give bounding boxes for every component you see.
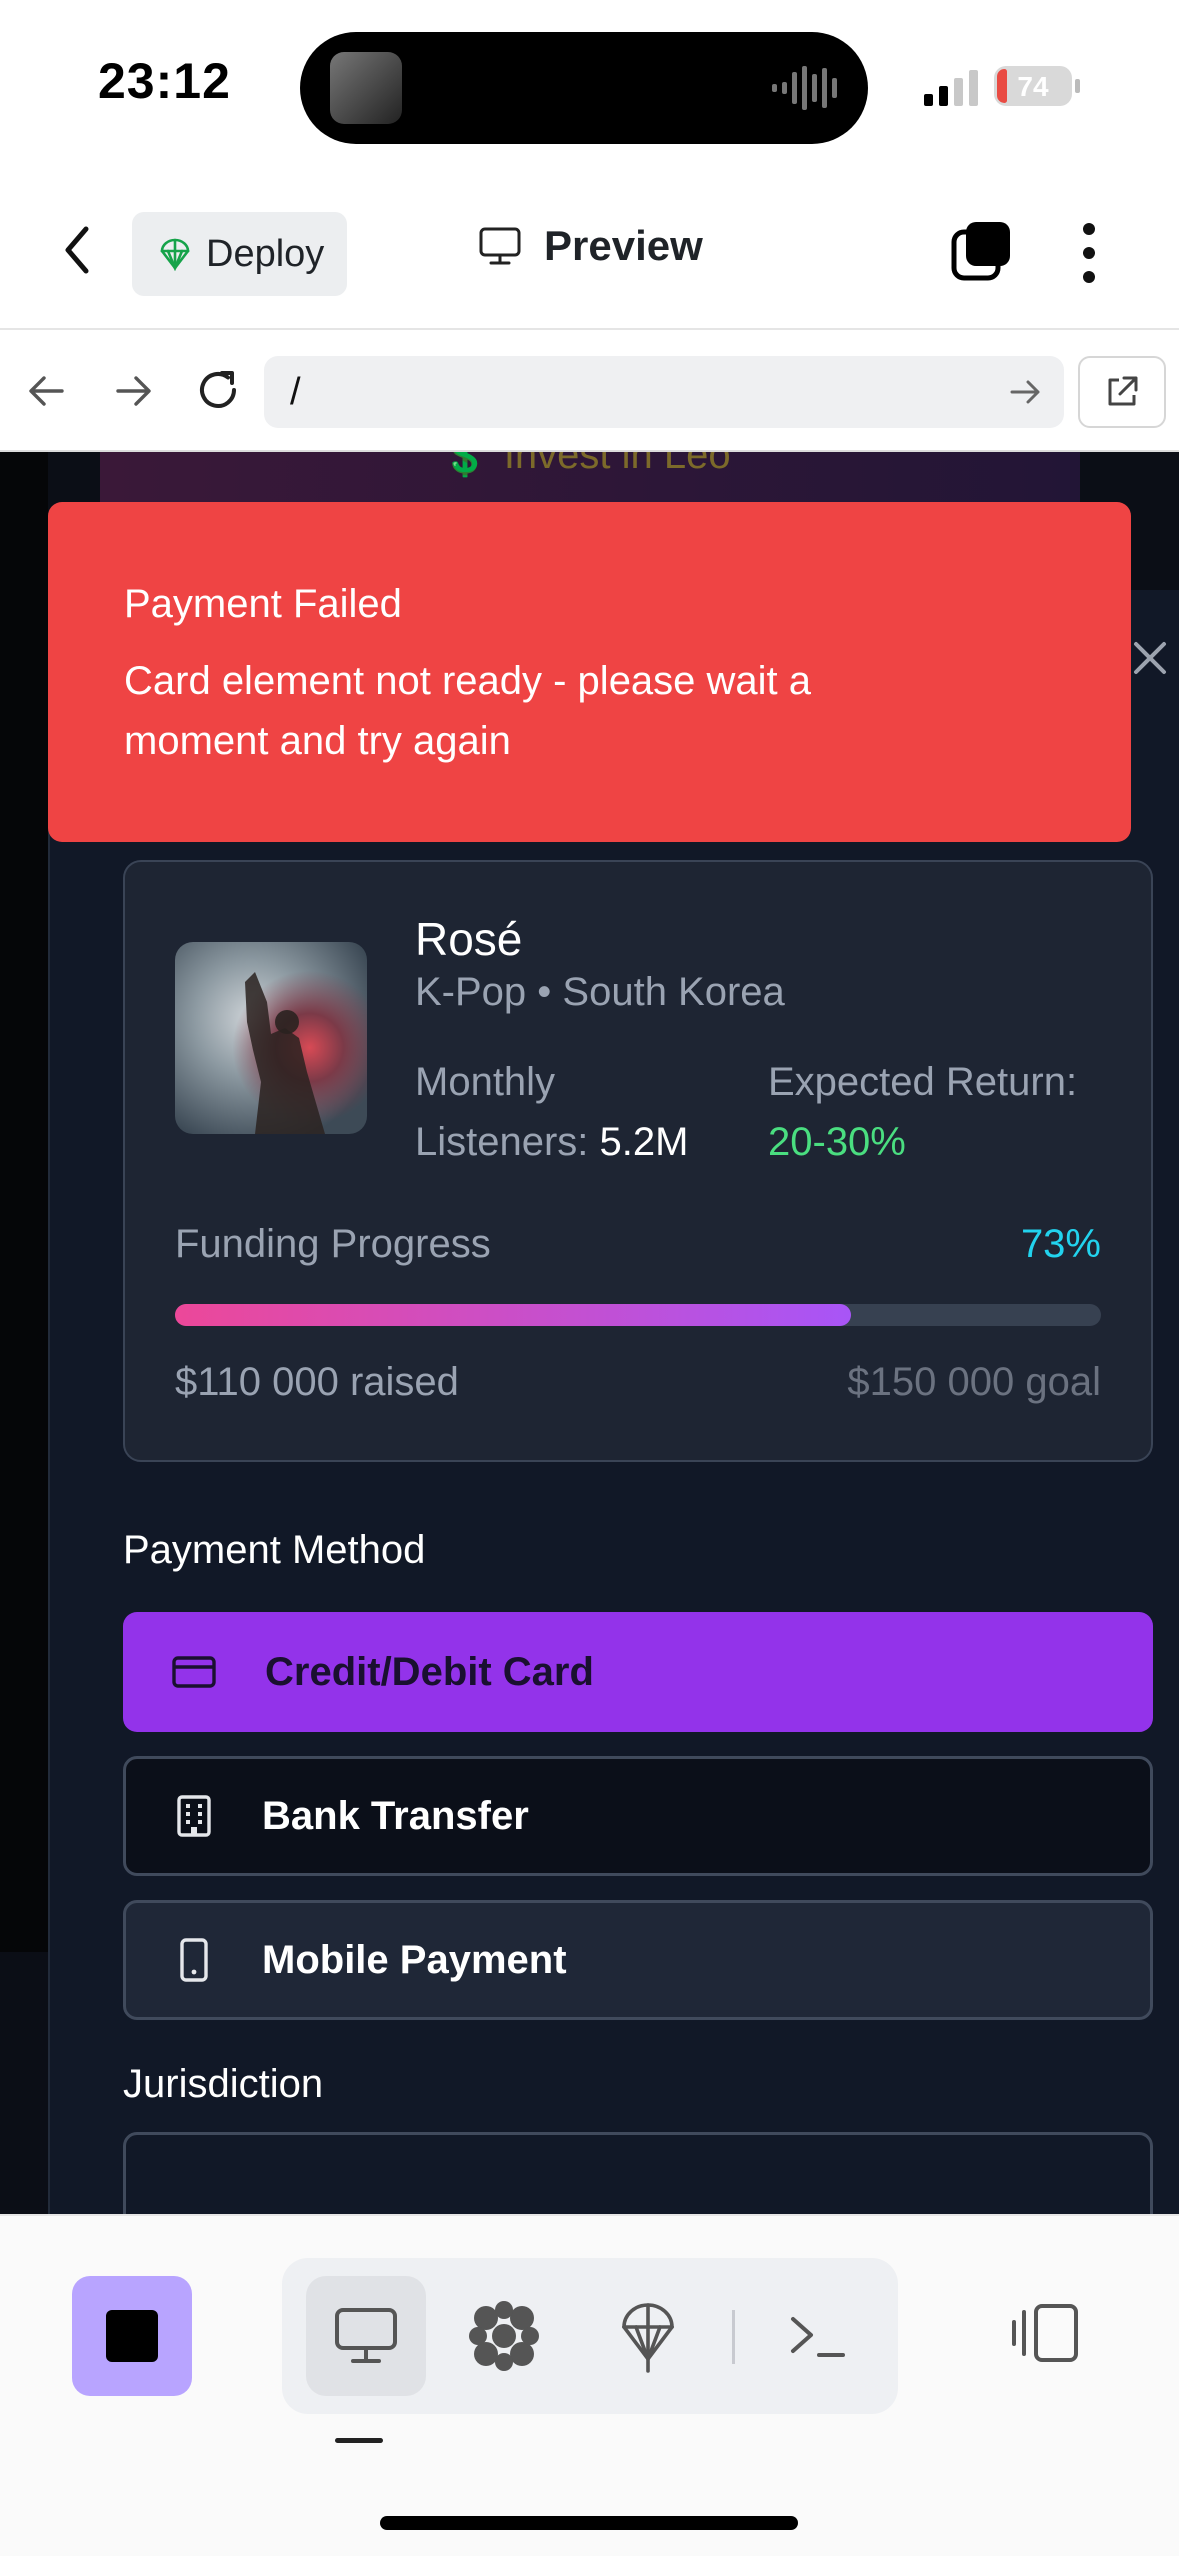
monitor-icon bbox=[335, 2308, 397, 2363]
funding-goal: $150 000 goal bbox=[847, 1360, 1101, 1404]
payment-option-label: Credit/Debit Card bbox=[265, 1649, 594, 1694]
go-arrow-icon[interactable] bbox=[1008, 376, 1044, 408]
amount-raised: $110 000 raised bbox=[175, 1360, 459, 1404]
preview-toggle[interactable]: Preview bbox=[478, 222, 703, 270]
preview-label: Preview bbox=[544, 222, 703, 269]
more-options-icon[interactable] bbox=[1080, 222, 1098, 284]
now-playing-artwork bbox=[330, 52, 402, 124]
artist-card: Rosé K-Pop • South Korea Monthly Listene… bbox=[123, 860, 1153, 1462]
monthly-listeners: Monthly Listeners: 5.2M bbox=[415, 1052, 735, 1172]
monitor-icon bbox=[479, 227, 521, 265]
tabs-switcher-icon[interactable] bbox=[950, 220, 1012, 282]
toast-title: Payment Failed bbox=[124, 582, 402, 626]
error-toast[interactable]: Payment Failed Card element not ready - … bbox=[48, 502, 1131, 842]
credit-card-icon bbox=[172, 1656, 216, 1688]
preview-view-button[interactable] bbox=[306, 2276, 426, 2396]
return-value: 20-30% bbox=[768, 1120, 906, 1164]
browser-back-icon[interactable] bbox=[24, 368, 70, 414]
toast-message: Card element not ready - please wait a m… bbox=[124, 659, 812, 763]
funding-progress-bar bbox=[175, 1304, 1101, 1326]
funding-progress-label: Funding Progress bbox=[175, 1222, 491, 1266]
payment-method-title: Payment Method bbox=[123, 1528, 426, 1572]
deploy-label: Deploy bbox=[206, 232, 325, 275]
coin-icon: 💲 bbox=[440, 452, 490, 478]
artist-name: Rosé bbox=[415, 913, 523, 965]
stop-button[interactable] bbox=[72, 2276, 192, 2396]
performer-silhouette bbox=[245, 972, 325, 1134]
battery-level: 74 bbox=[1017, 71, 1049, 102]
artist-genre-country: K-Pop • South Korea bbox=[415, 970, 785, 1014]
battery-icon: 74 bbox=[994, 66, 1080, 106]
agents-view-button[interactable] bbox=[444, 2276, 564, 2396]
deploy-button[interactable]: Deploy bbox=[132, 212, 347, 296]
jurisdiction-title: Jurisdiction bbox=[123, 2062, 324, 2106]
funding-progress-fill bbox=[175, 1304, 851, 1326]
return-label: Expected Return: bbox=[768, 1060, 1078, 1104]
flower-grid-icon bbox=[469, 2301, 539, 2371]
deploy-icon bbox=[622, 2303, 674, 2373]
segment-divider bbox=[732, 2310, 735, 2364]
status-time: 23:12 bbox=[98, 53, 231, 109]
close-icon[interactable] bbox=[1130, 638, 1170, 678]
payment-option-label: Mobile Payment bbox=[262, 1937, 567, 1982]
background-invest-label: 💲 Invest in Leo bbox=[440, 452, 731, 479]
dynamic-island bbox=[300, 32, 868, 144]
payment-option-label: Bank Transfer bbox=[262, 1793, 529, 1838]
artist-photo bbox=[175, 942, 367, 1134]
invest-text: Invest in Leo bbox=[503, 452, 731, 477]
side-panel-icon[interactable] bbox=[1008, 2300, 1082, 2366]
deploy-view-button[interactable] bbox=[588, 2276, 708, 2396]
stop-icon bbox=[106, 2310, 158, 2362]
smartphone-icon bbox=[180, 1938, 208, 1982]
reload-icon[interactable] bbox=[192, 364, 244, 416]
building-icon bbox=[177, 1795, 211, 1837]
terminal-icon bbox=[791, 2317, 845, 2357]
open-external-button[interactable] bbox=[1078, 356, 1166, 428]
payment-option-mobile[interactable]: Mobile Payment bbox=[123, 1900, 1153, 2020]
browser-forward-icon[interactable] bbox=[110, 368, 156, 414]
deploy-icon bbox=[160, 238, 190, 271]
url-input[interactable]: / bbox=[264, 356, 1064, 428]
terminal-view-button[interactable] bbox=[758, 2276, 878, 2396]
page-left-margin bbox=[0, 452, 48, 1952]
back-chevron-icon[interactable] bbox=[62, 225, 92, 275]
listeners-value: 5.2M bbox=[599, 1120, 689, 1164]
expected-return: Expected Return: 20-30% bbox=[768, 1052, 1108, 1172]
funding-percent: 73% bbox=[1020, 1222, 1101, 1266]
payment-option-bank[interactable]: Bank Transfer bbox=[123, 1756, 1153, 1876]
cellular-signal-icon bbox=[924, 70, 978, 106]
listeners-label: Monthly Listeners: bbox=[415, 1060, 600, 1164]
active-view-indicator bbox=[335, 2438, 383, 2443]
view-switcher bbox=[282, 2258, 898, 2414]
home-indicator bbox=[380, 2516, 798, 2530]
audio-waveform-icon bbox=[772, 66, 837, 110]
payment-option-card[interactable]: Credit/Debit Card bbox=[123, 1612, 1153, 1732]
external-link-icon bbox=[1108, 376, 1138, 406]
